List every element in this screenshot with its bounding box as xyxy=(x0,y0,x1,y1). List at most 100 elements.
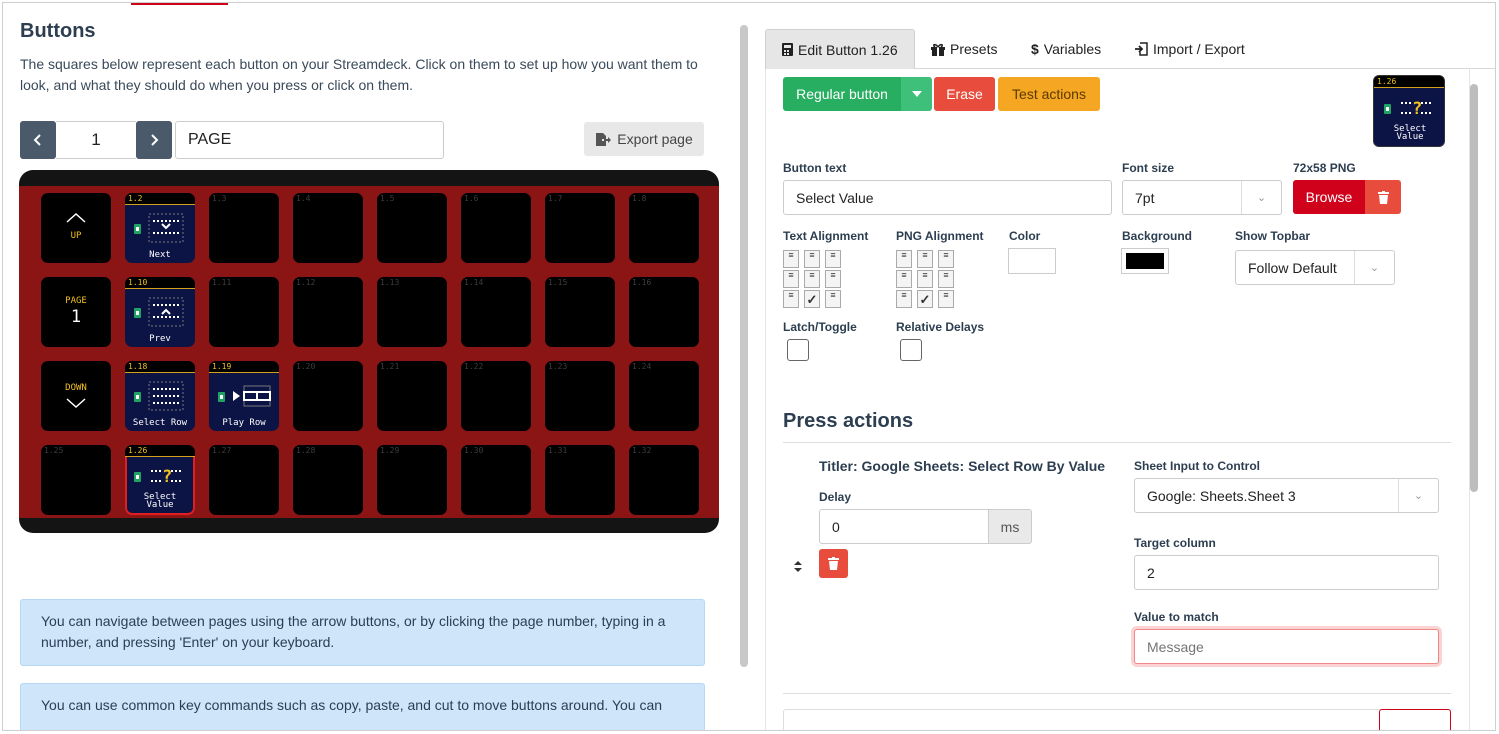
export-page-button[interactable]: Export page xyxy=(584,122,704,156)
next-action-row xyxy=(783,709,1451,730)
tab-import-export[interactable]: Import / Export xyxy=(1118,29,1261,69)
key-label: Next xyxy=(149,250,171,260)
align-icon[interactable]: ≡ xyxy=(896,270,912,288)
next-page-button[interactable] xyxy=(136,121,172,159)
relative-delays-checkbox[interactable] xyxy=(900,339,922,361)
align-icon[interactable]: ≡ xyxy=(804,250,820,268)
align-icon[interactable]: ≡ xyxy=(783,290,799,308)
key-1-30[interactable]: 1.30 xyxy=(461,445,531,515)
align-icon[interactable]: ≡ xyxy=(896,290,912,308)
key-1-18[interactable]: 1.18 Select Row xyxy=(125,361,195,431)
delay-input[interactable]: 0 xyxy=(819,509,989,544)
align-icon[interactable]: ≡ xyxy=(938,270,954,288)
key-1-6[interactable]: 1.6 xyxy=(461,193,531,263)
key-1-5[interactable]: 1.5 xyxy=(377,193,447,263)
chevron-left-icon xyxy=(33,134,41,146)
align-icon[interactable]: ≡ xyxy=(917,270,933,288)
regular-button-dropdown[interactable]: Regular button xyxy=(783,77,901,111)
key-1-15[interactable]: 1.15 xyxy=(545,277,615,347)
key-1-26[interactable]: 1.26 ? Select Value xyxy=(125,445,195,515)
key-number: 1.30 xyxy=(464,446,484,455)
key-1-3[interactable]: 1.3 xyxy=(209,193,279,263)
align-icon[interactable]: ≡ xyxy=(825,290,841,308)
left-scrollbar[interactable] xyxy=(740,25,748,667)
align-icon[interactable]: ≡ xyxy=(917,250,933,268)
test-actions-button[interactable]: Test actions xyxy=(998,77,1100,111)
tab-variables[interactable]: $ Variables xyxy=(1015,29,1117,69)
show-topbar-select[interactable]: Follow Default ⌄ xyxy=(1235,250,1395,285)
align-icon[interactable]: ≡ xyxy=(896,250,912,268)
font-size-select[interactable]: 7pt ⌄ xyxy=(1122,180,1282,215)
latch-toggle-checkbox[interactable] xyxy=(787,339,809,361)
target-column-input[interactable]: 2 xyxy=(1134,555,1439,590)
align-icon[interactable]: ≡ xyxy=(938,250,954,268)
key-1-20[interactable]: 1.20 xyxy=(293,361,363,431)
page-name-input[interactable]: PAGE xyxy=(175,121,444,159)
key-1-21[interactable]: 1.21 xyxy=(377,361,447,431)
page-down-key[interactable]: DOWN xyxy=(41,361,111,431)
align-icon[interactable]: ≡ xyxy=(825,250,841,268)
align-checked-icon[interactable]: ✓ xyxy=(917,290,933,308)
text-alignment-grid[interactable]: ≡ ≡ ≡ ≡ ≡ ≡ ≡ ✓ ≡ xyxy=(783,250,841,308)
key-number: 1.13 xyxy=(380,278,400,287)
background-swatch[interactable] xyxy=(1121,248,1169,274)
next-action-button[interactable] xyxy=(1379,709,1451,730)
page-number-input[interactable]: 1 xyxy=(56,121,136,159)
key-1-31[interactable]: 1.31 xyxy=(545,445,615,515)
sheet-input-select[interactable]: Google: Sheets.Sheet 3 ⌄ xyxy=(1134,478,1439,513)
key-label: Select Row xyxy=(132,418,188,428)
page-up-key[interactable]: UP xyxy=(41,193,111,263)
key-1-4[interactable]: 1.4 xyxy=(293,193,363,263)
key-1-25[interactable]: 1.25 xyxy=(41,445,111,515)
prev-page-button[interactable] xyxy=(20,121,56,159)
color-swatch[interactable] xyxy=(1008,248,1056,274)
key-1-23[interactable]: 1.23 xyxy=(545,361,615,431)
key-1-7[interactable]: 1.7 xyxy=(545,193,615,263)
divider xyxy=(783,693,1451,694)
tab-edit-button[interactable]: Edit Button 1.26 xyxy=(765,29,915,69)
page-up-label: UP xyxy=(70,231,82,241)
key-1-16[interactable]: 1.16 xyxy=(629,277,699,347)
key-1-32[interactable]: 1.32 xyxy=(629,445,699,515)
align-icon[interactable]: ≡ xyxy=(783,250,799,268)
key-1-8[interactable]: 1.8 xyxy=(629,193,699,263)
key-1-12[interactable]: 1.12 xyxy=(293,277,363,347)
key-number: 1.3 xyxy=(212,194,227,203)
value-to-match-input[interactable] xyxy=(1134,629,1439,664)
align-icon[interactable]: ≡ xyxy=(825,270,841,288)
key-1-10[interactable]: 1.10 Prev xyxy=(125,277,195,347)
align-icon[interactable]: ≡ xyxy=(804,270,820,288)
key-1-22[interactable]: 1.22 xyxy=(461,361,531,431)
page-title: Buttons xyxy=(20,20,96,42)
key-number: 1.6 xyxy=(464,194,479,203)
key-1-27[interactable]: 1.27 xyxy=(209,445,279,515)
key-1-19[interactable]: 1.19 Play Row xyxy=(209,361,279,431)
button-type-caret[interactable] xyxy=(901,77,932,111)
key-1-29[interactable]: 1.29 xyxy=(377,445,447,515)
google-sheets-icon xyxy=(1384,104,1391,114)
right-scrollbar[interactable] xyxy=(1470,84,1478,492)
page-indicator-label: PAGE xyxy=(65,296,87,306)
sort-handle-icon[interactable] xyxy=(794,560,802,573)
align-icon[interactable]: ≡ xyxy=(783,270,799,288)
button-text-input[interactable]: Select Value xyxy=(783,180,1112,215)
key-1-28[interactable]: 1.28 xyxy=(293,445,363,515)
tab-presets[interactable]: Presets xyxy=(915,29,1013,69)
press-actions-title: Press actions xyxy=(783,410,914,432)
png-alignment-grid[interactable]: ≡ ≡ ≡ ≡ ≡ ≡ ≡ ✓ ≡ xyxy=(896,250,954,308)
key-number: 1.18 xyxy=(128,362,148,371)
key-1-14[interactable]: 1.14 xyxy=(461,277,531,347)
align-checked-icon[interactable]: ✓ xyxy=(804,290,820,308)
delete-action-button[interactable] xyxy=(819,549,848,578)
key-1-11[interactable]: 1.11 xyxy=(209,277,279,347)
key-1-24[interactable]: 1.24 xyxy=(629,361,699,431)
align-icon[interactable]: ≡ xyxy=(938,290,954,308)
erase-button[interactable]: Erase xyxy=(934,77,995,111)
delete-png-button[interactable] xyxy=(1365,180,1401,214)
chevron-up-icon xyxy=(66,212,86,223)
page-indicator-key[interactable]: PAGE 1 xyxy=(41,277,111,347)
google-sheets-icon xyxy=(134,224,141,234)
browse-button[interactable]: Browse xyxy=(1293,180,1365,214)
key-1-2[interactable]: 1.2 Next xyxy=(125,193,195,263)
key-1-13[interactable]: 1.13 xyxy=(377,277,447,347)
